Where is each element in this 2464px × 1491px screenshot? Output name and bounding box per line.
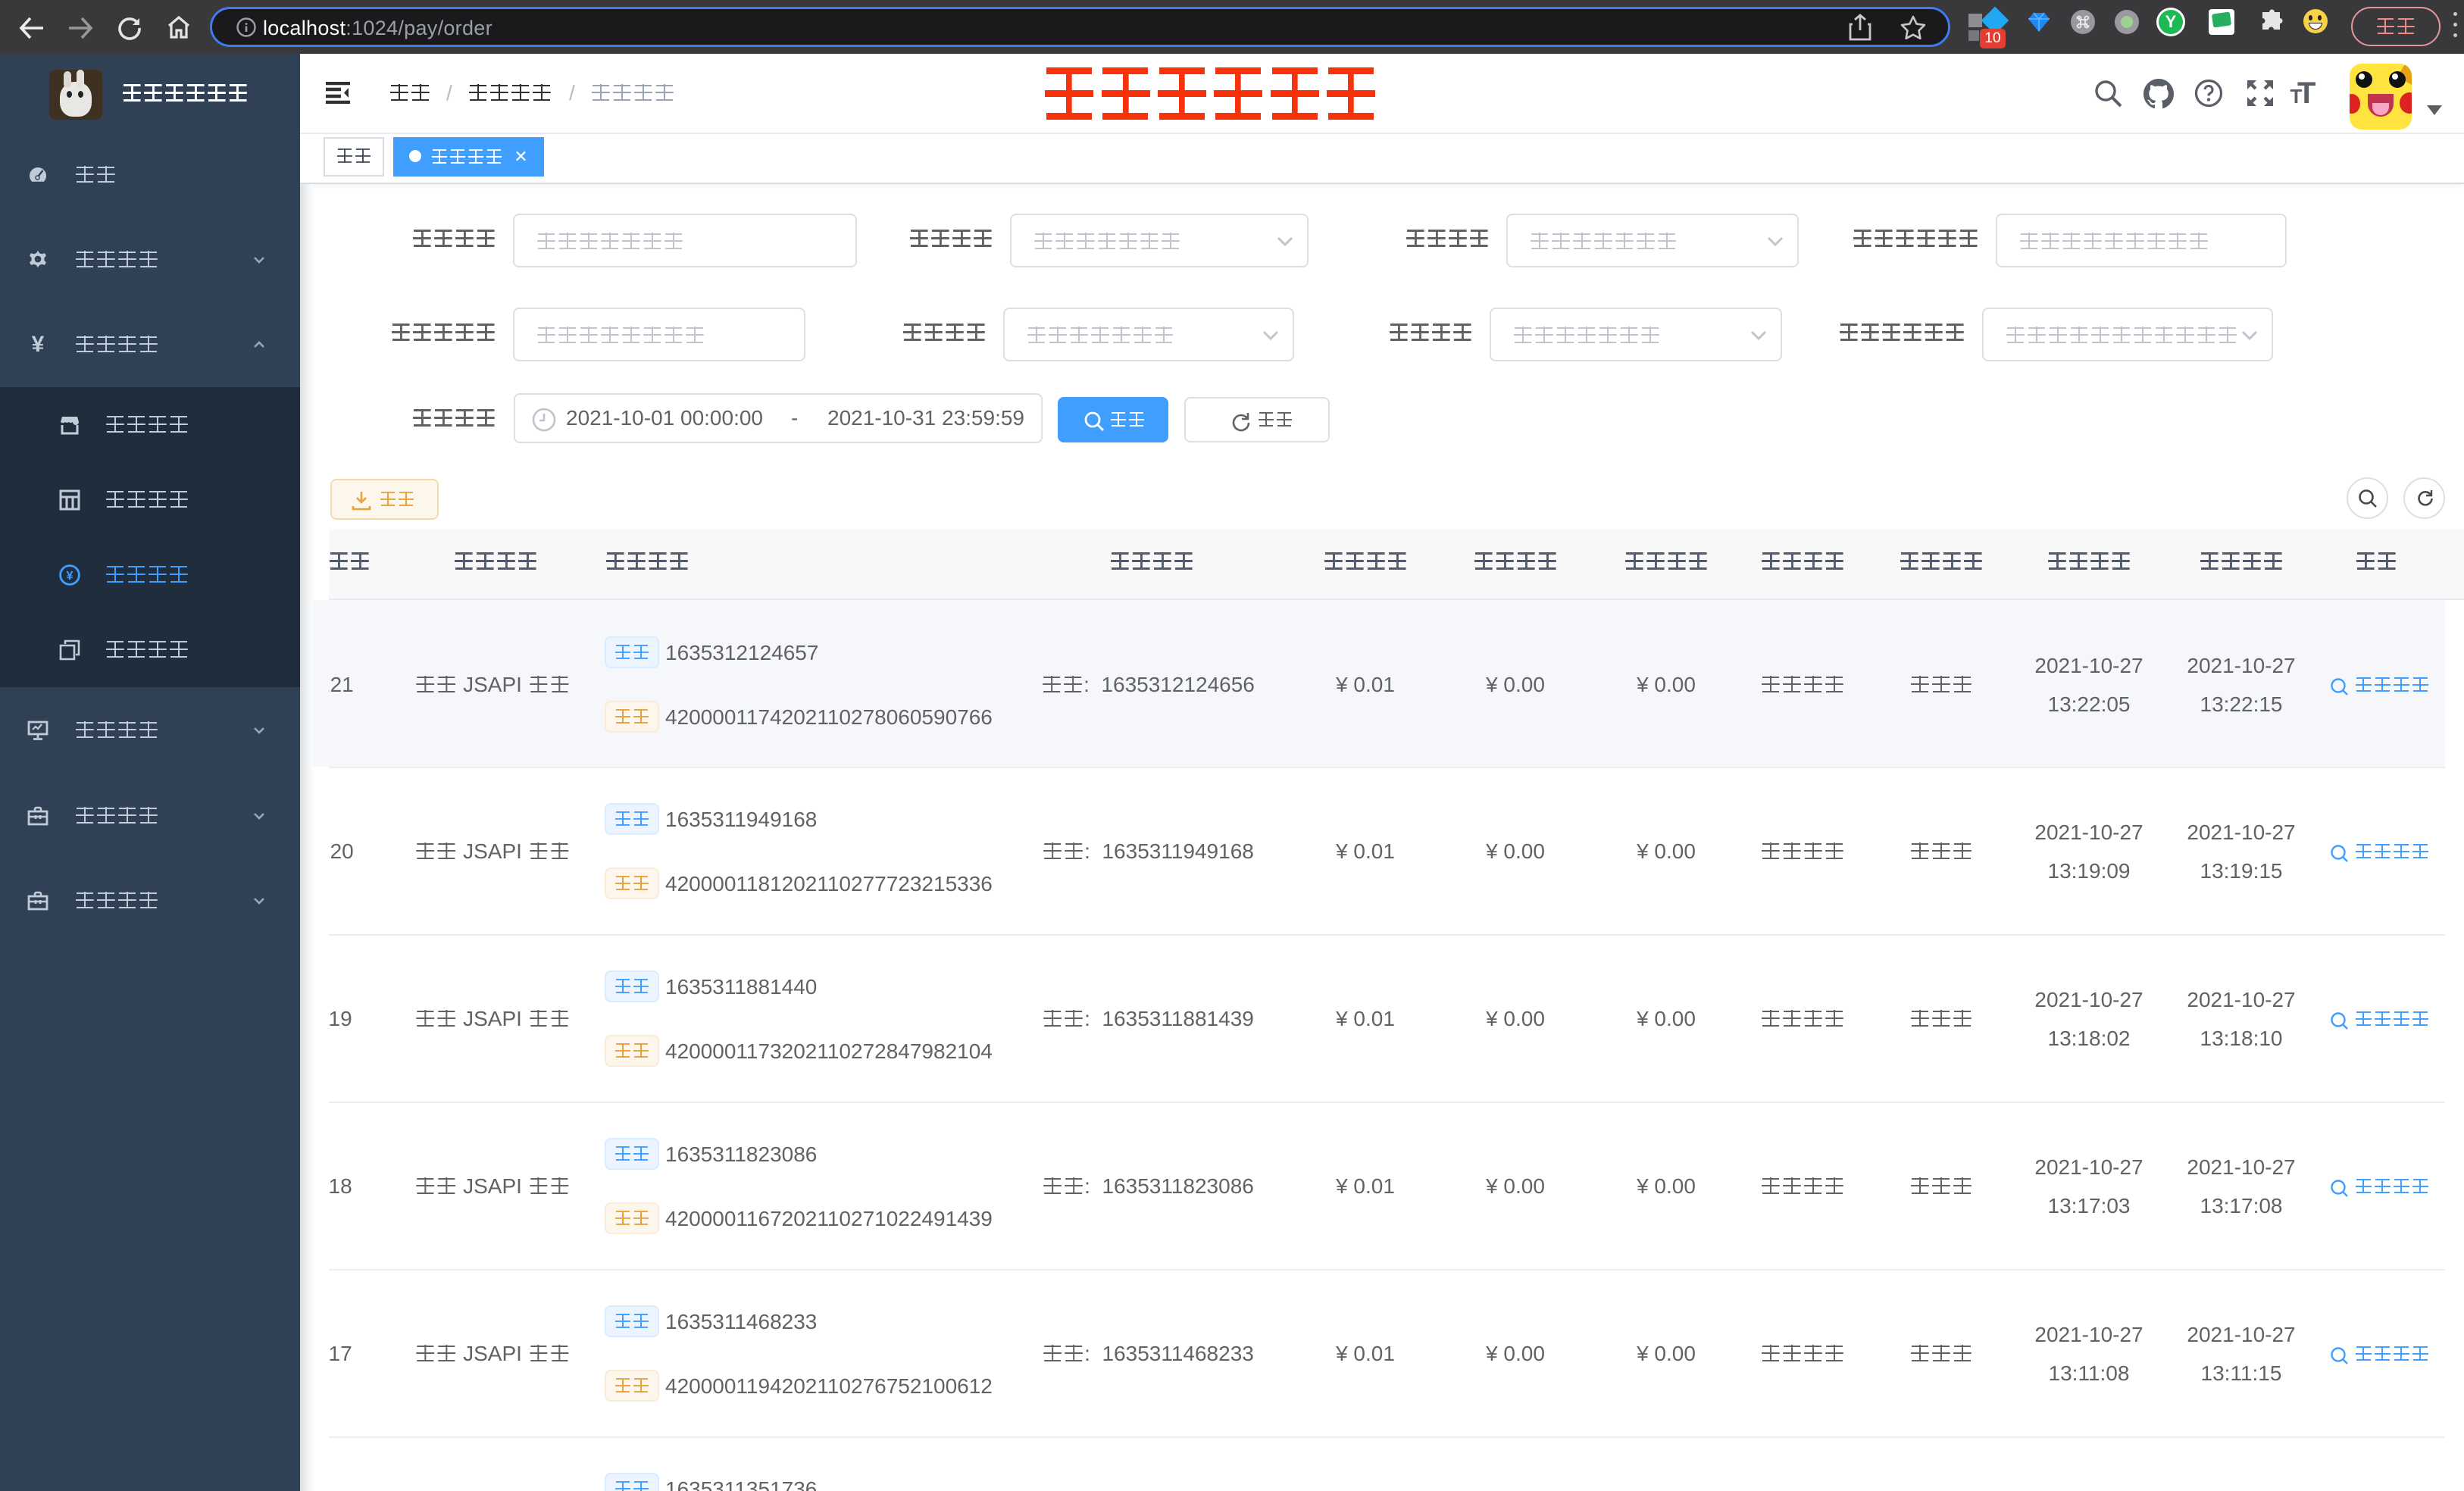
svg-text:¥: ¥ [67,570,73,583]
